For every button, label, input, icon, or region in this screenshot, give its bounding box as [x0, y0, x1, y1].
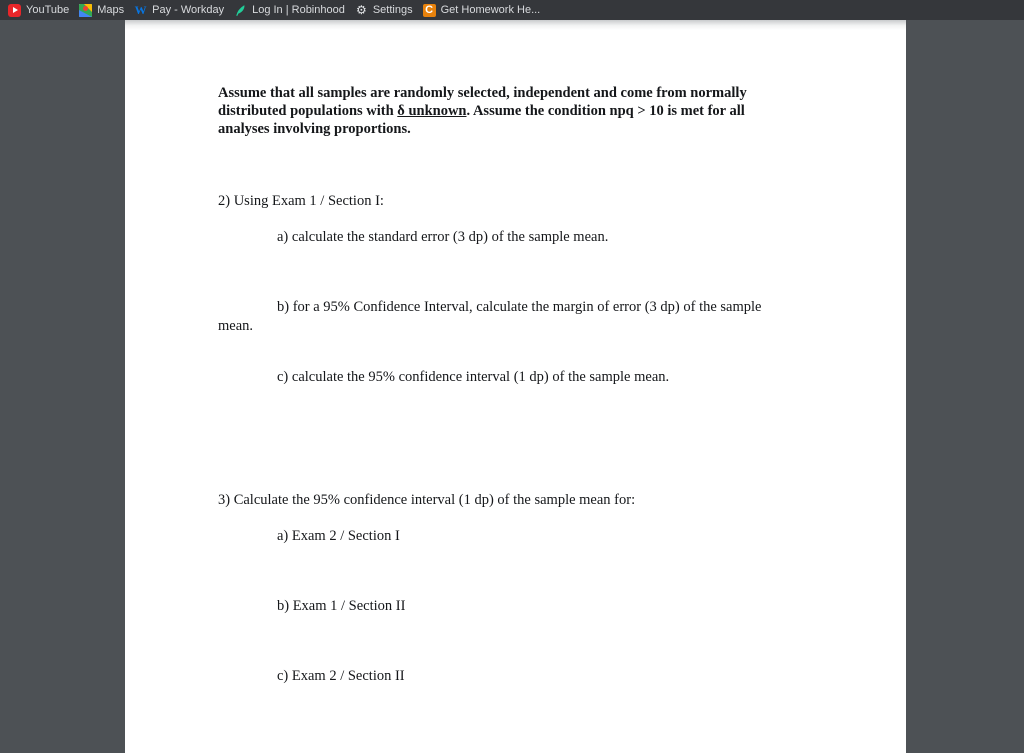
bookmark-label: Pay - Workday — [152, 3, 225, 16]
chegg-icon: C — [422, 3, 436, 17]
document-viewport[interactable]: Assume that all samples are randomly sel… — [0, 20, 1024, 753]
bookmark-pay-workday[interactable]: W Pay - Workday — [132, 1, 230, 19]
bookmark-settings[interactable]: ⚙ Settings — [353, 1, 419, 19]
question-2b-continuation: mean. — [218, 318, 254, 334]
google-maps-icon — [79, 3, 93, 17]
question-2-heading: 2) Using Exam 1 / Section I: — [218, 193, 384, 209]
question-2b: b) for a 95% Confidence Interval, calcul… — [277, 299, 762, 315]
youtube-icon — [8, 3, 21, 17]
robinhood-feather-icon — [234, 4, 247, 17]
bookmark-label: Maps — [97, 3, 125, 16]
workday-icon: W — [134, 2, 147, 17]
bookmark-label: Get Homework He... — [440, 3, 541, 16]
bookmark-label: YouTube — [26, 3, 70, 16]
question-3b: b) Exam 1 / Section II — [277, 598, 406, 614]
bookmark-maps[interactable]: Maps — [77, 1, 130, 19]
sigma-unknown-term: δ unknown — [397, 102, 467, 119]
page-content: Assume that all samples are randomly sel… — [125, 20, 906, 753]
question-2c: c) calculate the 95% confidence interval… — [277, 369, 670, 385]
bookmark-label: Log In | Robinhood — [252, 3, 345, 16]
gear-icon: ⚙ — [355, 2, 367, 17]
bookmark-get-homework-help[interactable]: C Get Homework He... — [421, 1, 547, 19]
question-3-heading: 3) Calculate the 95% confidence interval… — [218, 492, 636, 508]
question-3c: c) Exam 2 / Section II — [277, 668, 405, 684]
document-page: Assume that all samples are randomly sel… — [125, 20, 906, 753]
bookmarks-bar: YouTube Maps W Pay - Workday Log In | Ro… — [0, 0, 1024, 20]
question-3a: a) Exam 2 / Section I — [277, 528, 400, 544]
question-2a: a) calculate the standard error (3 dp) o… — [277, 229, 609, 245]
bookmark-robinhood[interactable]: Log In | Robinhood — [232, 1, 351, 19]
assumptions-paragraph: Assume that all samples are randomly sel… — [218, 85, 784, 138]
bookmark-label: Settings — [372, 3, 413, 16]
bookmark-youtube[interactable]: YouTube — [6, 1, 75, 19]
